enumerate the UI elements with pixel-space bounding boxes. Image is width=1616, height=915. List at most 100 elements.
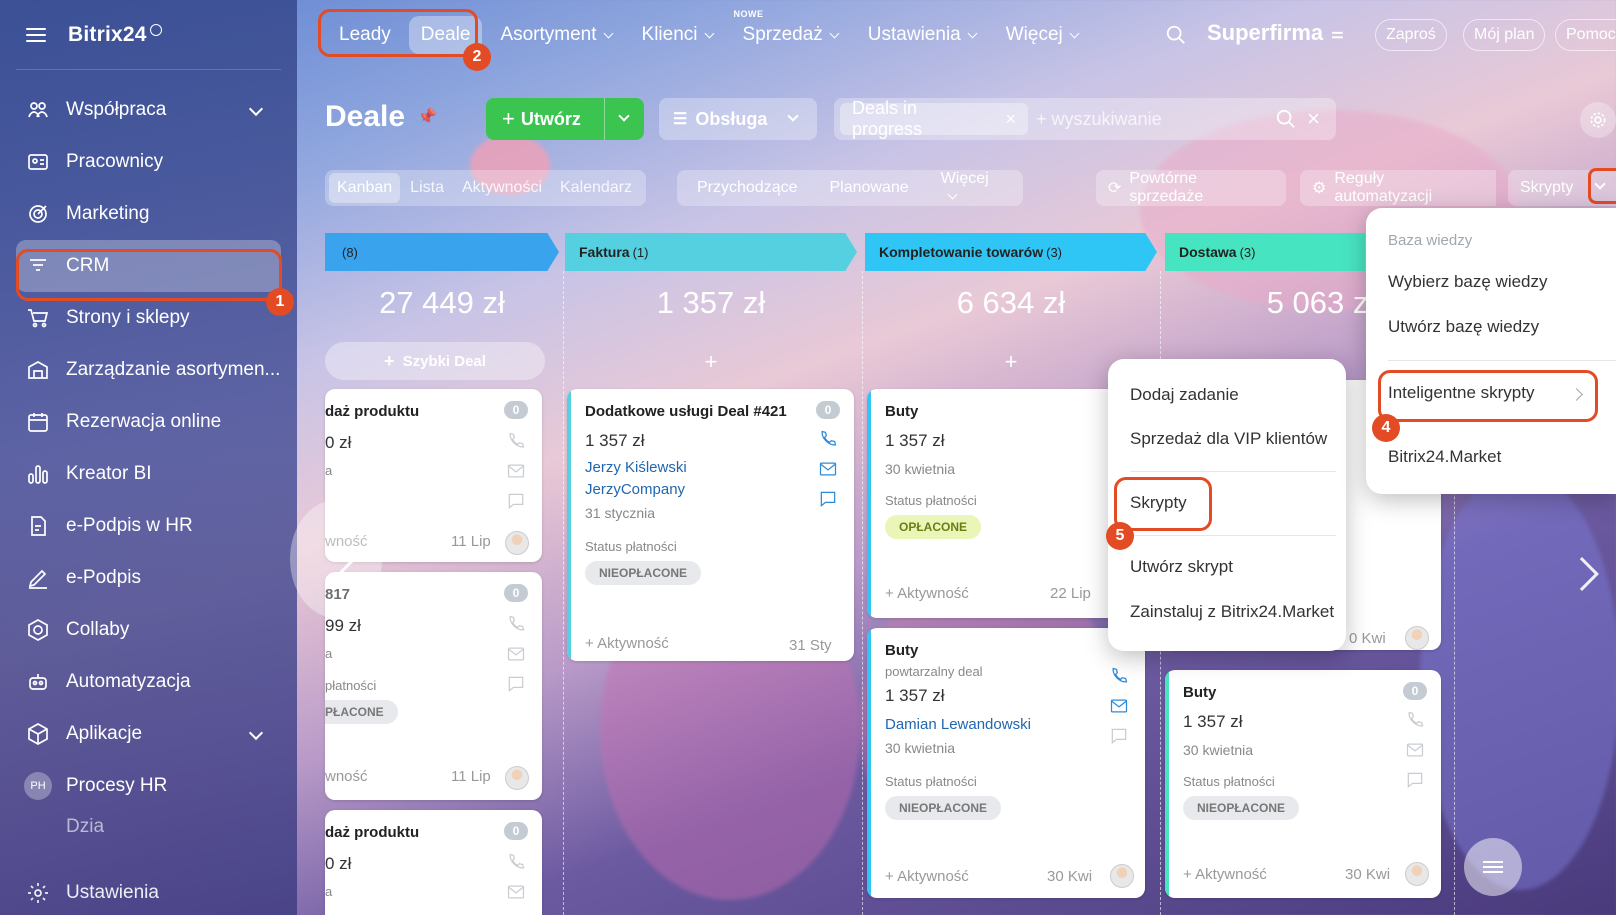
- logo[interactable]: Bitrix24: [68, 23, 147, 47]
- tab-wiecej[interactable]: Więcej: [994, 16, 1090, 54]
- add-activity-link[interactable]: + Aktywność: [885, 868, 969, 885]
- mail-icon[interactable]: [1405, 740, 1425, 760]
- phone-icon[interactable]: [506, 431, 526, 451]
- sidebar-item-pracownicy[interactable]: Pracownicy: [0, 136, 297, 188]
- search-icon[interactable]: [1275, 108, 1297, 130]
- deal-title[interactable]: Dodatkowe usługi Deal #421: [585, 403, 787, 420]
- chat-icon[interactable]: [818, 489, 838, 509]
- chevron-down-icon[interactable]: [618, 110, 630, 122]
- tab-klienci[interactable]: Klienci: [630, 16, 725, 54]
- sidebar-item-rezerwacja[interactable]: Rezerwacja online: [0, 396, 297, 448]
- contact-link[interactable]: Jerzy Kiślewski: [585, 459, 687, 476]
- filter-chip[interactable]: Deals in progress ×: [840, 98, 1029, 139]
- mail-icon[interactable]: [506, 461, 526, 481]
- my-plan-button[interactable]: Mój plan: [1463, 19, 1546, 51]
- list-fab-button[interactable]: [1464, 838, 1522, 896]
- deal-card[interactable]: Buty 1 357 zł 30 kwietnia Status płatnoś…: [1165, 670, 1441, 898]
- deal-title[interactable]: Buty: [885, 642, 918, 659]
- menu-item-add-task[interactable]: Dodaj zadanie: [1130, 385, 1239, 405]
- mail-icon[interactable]: [506, 882, 526, 902]
- company-name[interactable]: Superfirma ⚌: [1207, 20, 1344, 46]
- add-deal-button[interactable]: +: [565, 349, 857, 375]
- search-icon[interactable]: [1165, 24, 1187, 46]
- sidebar-item-procesy-hr[interactable]: PH Procesy HR: [0, 760, 297, 812]
- menu-item-install-market[interactable]: Zainstaluj z Bitrix24.Market: [1130, 602, 1334, 622]
- menu-item-bitrix-market[interactable]: Bitrix24.Market: [1388, 447, 1501, 467]
- menu-item-vip-sales[interactable]: Sprzedaż dla VIP klientów: [1130, 429, 1327, 449]
- mail-icon[interactable]: [506, 644, 526, 664]
- phone-icon[interactable]: [1109, 666, 1129, 686]
- chat-icon[interactable]: [506, 491, 526, 511]
- chevron-down-icon[interactable]: [248, 725, 264, 741]
- filter-przychodzace[interactable]: Przychodzące: [697, 179, 798, 197]
- chat-icon[interactable]: [506, 674, 526, 694]
- phone-icon[interactable]: [506, 852, 526, 872]
- status-badge[interactable]: OPŁACONE: [885, 515, 982, 539]
- search-input[interactable]: [1036, 108, 1276, 130]
- filter-search-bar[interactable]: Deals in progress × ×: [834, 98, 1336, 140]
- contact-link[interactable]: Damian Lewandowski: [885, 716, 1031, 733]
- status-badge[interactable]: NIEOPŁACONE: [1183, 796, 1300, 820]
- filter-wiecej[interactable]: Więcej: [941, 170, 991, 206]
- menu-item-create-kb[interactable]: Utwórz bazę wiedzy: [1388, 317, 1539, 337]
- menu-icon[interactable]: [26, 27, 46, 42]
- sidebar-item-asortyment[interactable]: Zarządzanie asortymen...: [0, 344, 297, 396]
- view-kanban[interactable]: Kanban: [329, 173, 401, 203]
- deal-card[interactable]: Buty 1 357 zł 30 kwietnia Status płatnoś…: [867, 389, 1145, 618]
- column-header[interactable]: (8): [325, 233, 559, 271]
- status-badge[interactable]: NIEOPŁACONE: [585, 561, 702, 585]
- sidebar-item-automatyzacja[interactable]: Automatyzacja: [0, 656, 297, 708]
- menu-item-choose-kb[interactable]: Wybierz bazę wiedzy: [1388, 272, 1548, 292]
- column-header[interactable]: Dostawa (3): [1165, 233, 1365, 271]
- help-button[interactable]: Pomoc: [1555, 19, 1616, 51]
- settings-gear-button[interactable]: [1580, 102, 1616, 138]
- sidebar-item-aplikacje[interactable]: Aplikacje: [0, 708, 297, 760]
- invite-button[interactable]: Zaproś: [1375, 19, 1447, 51]
- close-icon[interactable]: ×: [1006, 109, 1017, 130]
- create-button[interactable]: + Utwórz: [486, 98, 644, 140]
- company-link[interactable]: JerzyCompany: [585, 481, 685, 498]
- chat-icon[interactable]: [1405, 770, 1425, 790]
- deal-title[interactable]: Buty: [885, 403, 918, 420]
- filter-planowane[interactable]: Planowane: [830, 179, 909, 197]
- service-button[interactable]: ☰ Obsługa: [659, 98, 817, 140]
- phone-icon[interactable]: [1405, 710, 1425, 730]
- column-header[interactable]: Faktura (1): [565, 233, 857, 271]
- sidebar-item-epodpis[interactable]: e-Podpis: [0, 552, 297, 604]
- pin-icon[interactable]: 📌: [417, 107, 437, 127]
- view-aktywnosci[interactable]: Aktywności: [454, 173, 550, 203]
- add-activity-link[interactable]: + Aktywność: [885, 585, 969, 602]
- scroll-left-button[interactable]: [290, 500, 382, 618]
- add-activity-link[interactable]: + Aktywność: [1183, 866, 1267, 883]
- sidebar-item-kreator-bi[interactable]: Kreator BI: [0, 448, 297, 500]
- mail-icon[interactable]: [1109, 696, 1129, 716]
- view-kalendarz[interactable]: Kalendarz: [552, 173, 640, 203]
- chat-icon[interactable]: [1109, 726, 1129, 746]
- deal-title[interactable]: daż produktu: [325, 824, 419, 841]
- sidebar-item-partial[interactable]: Dzia: [0, 812, 297, 842]
- sidebar-item-wspolpraca[interactable]: Współpraca: [0, 84, 297, 136]
- tab-asortyment[interactable]: Asortyment: [488, 16, 623, 54]
- avatar[interactable]: [505, 766, 529, 790]
- avatar[interactable]: [1110, 864, 1134, 888]
- mail-icon[interactable]: [818, 459, 838, 479]
- sidebar-item-collaby[interactable]: Collaby: [0, 604, 297, 656]
- tab-sprzedaz[interactable]: NOWE Sprzedaż: [731, 9, 850, 54]
- phone-icon[interactable]: [506, 614, 526, 634]
- repeat-sales-button[interactable]: ⟳ Powtórne sprzedaże: [1096, 170, 1286, 206]
- sidebar-item-marketing[interactable]: Marketing: [0, 188, 297, 240]
- sidebar-settings[interactable]: Ustawienia: [26, 881, 159, 905]
- avatar[interactable]: [1405, 626, 1429, 650]
- chevron-down-icon[interactable]: [248, 101, 264, 117]
- deal-title[interactable]: Buty: [1183, 684, 1216, 701]
- tab-ustawienia[interactable]: Ustawienia: [856, 16, 988, 54]
- view-lista[interactable]: Lista: [402, 173, 452, 203]
- status-badge[interactable]: NIEOPŁACONE: [885, 796, 1002, 820]
- deal-title[interactable]: daż produktu: [325, 403, 419, 420]
- phone-icon[interactable]: [818, 429, 838, 449]
- add-activity-link[interactable]: wność: [325, 768, 368, 785]
- quick-deal-button[interactable]: + Szybki Deal: [325, 342, 545, 380]
- add-activity-link[interactable]: + Aktywność: [585, 635, 669, 652]
- menu-item-create-script[interactable]: Utwórz skrypt: [1130, 557, 1233, 577]
- sidebar-item-epodpis-hr[interactable]: e-Podpis w HR: [0, 500, 297, 552]
